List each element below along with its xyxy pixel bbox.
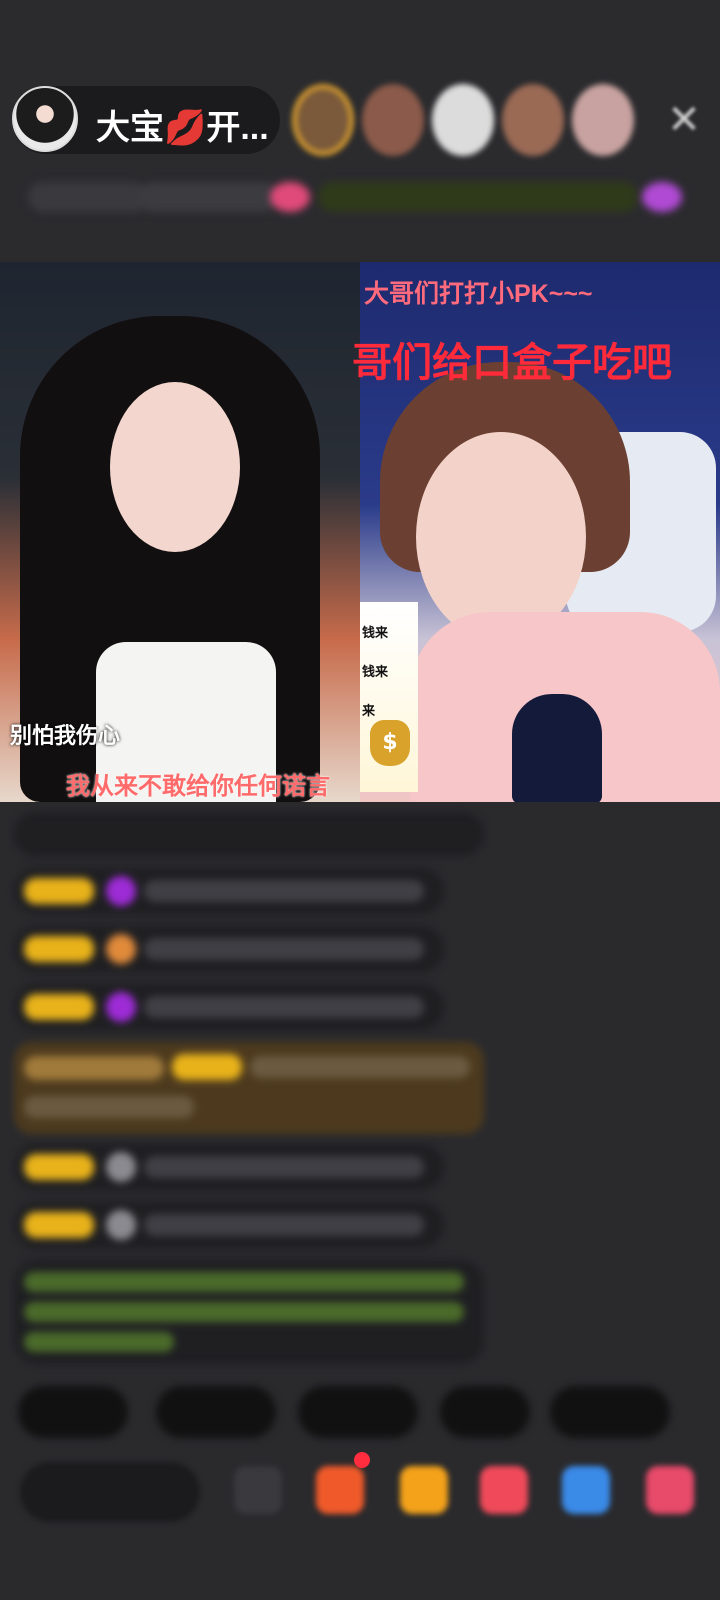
viewer-avatar[interactable] bbox=[292, 84, 354, 156]
host-profile-pill[interactable]: 大宝💋开... bbox=[12, 86, 280, 154]
chat-message-highlighted bbox=[14, 1042, 484, 1134]
chat-message bbox=[14, 868, 444, 914]
money-banner-line: 钱来 bbox=[362, 626, 389, 641]
money-banner-line: 来 bbox=[362, 704, 376, 719]
viewer-avatars bbox=[292, 84, 634, 156]
comment-input[interactable] bbox=[20, 1462, 200, 1522]
money-bag-icon: $ bbox=[370, 720, 410, 766]
gift-icon[interactable] bbox=[316, 1466, 364, 1514]
quick-reply-button[interactable] bbox=[298, 1386, 418, 1438]
pk-video-area[interactable]: 钱来 钱来 来 $ 别怕我伤心 我从来不敢给你任何诺言 大哥们打打小PK~~~ … bbox=[0, 262, 720, 802]
crown-icon[interactable] bbox=[400, 1466, 448, 1514]
chat-message bbox=[14, 1144, 444, 1190]
quick-reply-button[interactable] bbox=[550, 1386, 670, 1438]
chat-message bbox=[14, 1202, 444, 1248]
chat-message bbox=[14, 926, 444, 972]
more-icon[interactable] bbox=[646, 1466, 694, 1514]
top-bar: 大宝💋开... ✕ bbox=[0, 0, 720, 260]
notification-badge bbox=[354, 1452, 370, 1468]
left-face-shape bbox=[110, 382, 240, 552]
right-caption-line-1: 大哥们打打小PK~~~ bbox=[364, 280, 593, 308]
viewer-avatar[interactable] bbox=[572, 84, 634, 156]
right-face-shape bbox=[416, 432, 586, 642]
status-badge-row bbox=[28, 176, 698, 220]
right-caption-line-2: 哥们给口盒子吃吧 bbox=[352, 341, 672, 385]
host-name: 大宝💋开... bbox=[96, 109, 269, 147]
quick-reply-button[interactable] bbox=[156, 1386, 276, 1438]
viewer-avatar[interactable] bbox=[502, 84, 564, 156]
activity-icon[interactable] bbox=[562, 1466, 610, 1514]
emoji-icon[interactable] bbox=[234, 1466, 282, 1514]
left-caption-line-1: 别怕我伤心 bbox=[10, 723, 121, 748]
quick-reply-button[interactable] bbox=[18, 1386, 128, 1438]
viewer-avatar[interactable] bbox=[432, 84, 494, 156]
quick-reply-row bbox=[18, 1386, 720, 1442]
heart-icon[interactable] bbox=[480, 1466, 528, 1514]
chat-message bbox=[14, 812, 484, 856]
microphone-shape bbox=[512, 694, 602, 802]
host-avatar[interactable] bbox=[12, 86, 78, 152]
left-caption-line-2: 我从来不敢给你任何诺言 bbox=[66, 773, 330, 800]
close-icon[interactable]: ✕ bbox=[666, 100, 702, 140]
viewer-avatar[interactable] bbox=[362, 84, 424, 156]
money-banner-line: 钱来 bbox=[362, 665, 389, 680]
quick-reply-button[interactable] bbox=[440, 1386, 530, 1438]
chat-message-system bbox=[14, 1260, 484, 1364]
chat-message bbox=[14, 984, 444, 1030]
